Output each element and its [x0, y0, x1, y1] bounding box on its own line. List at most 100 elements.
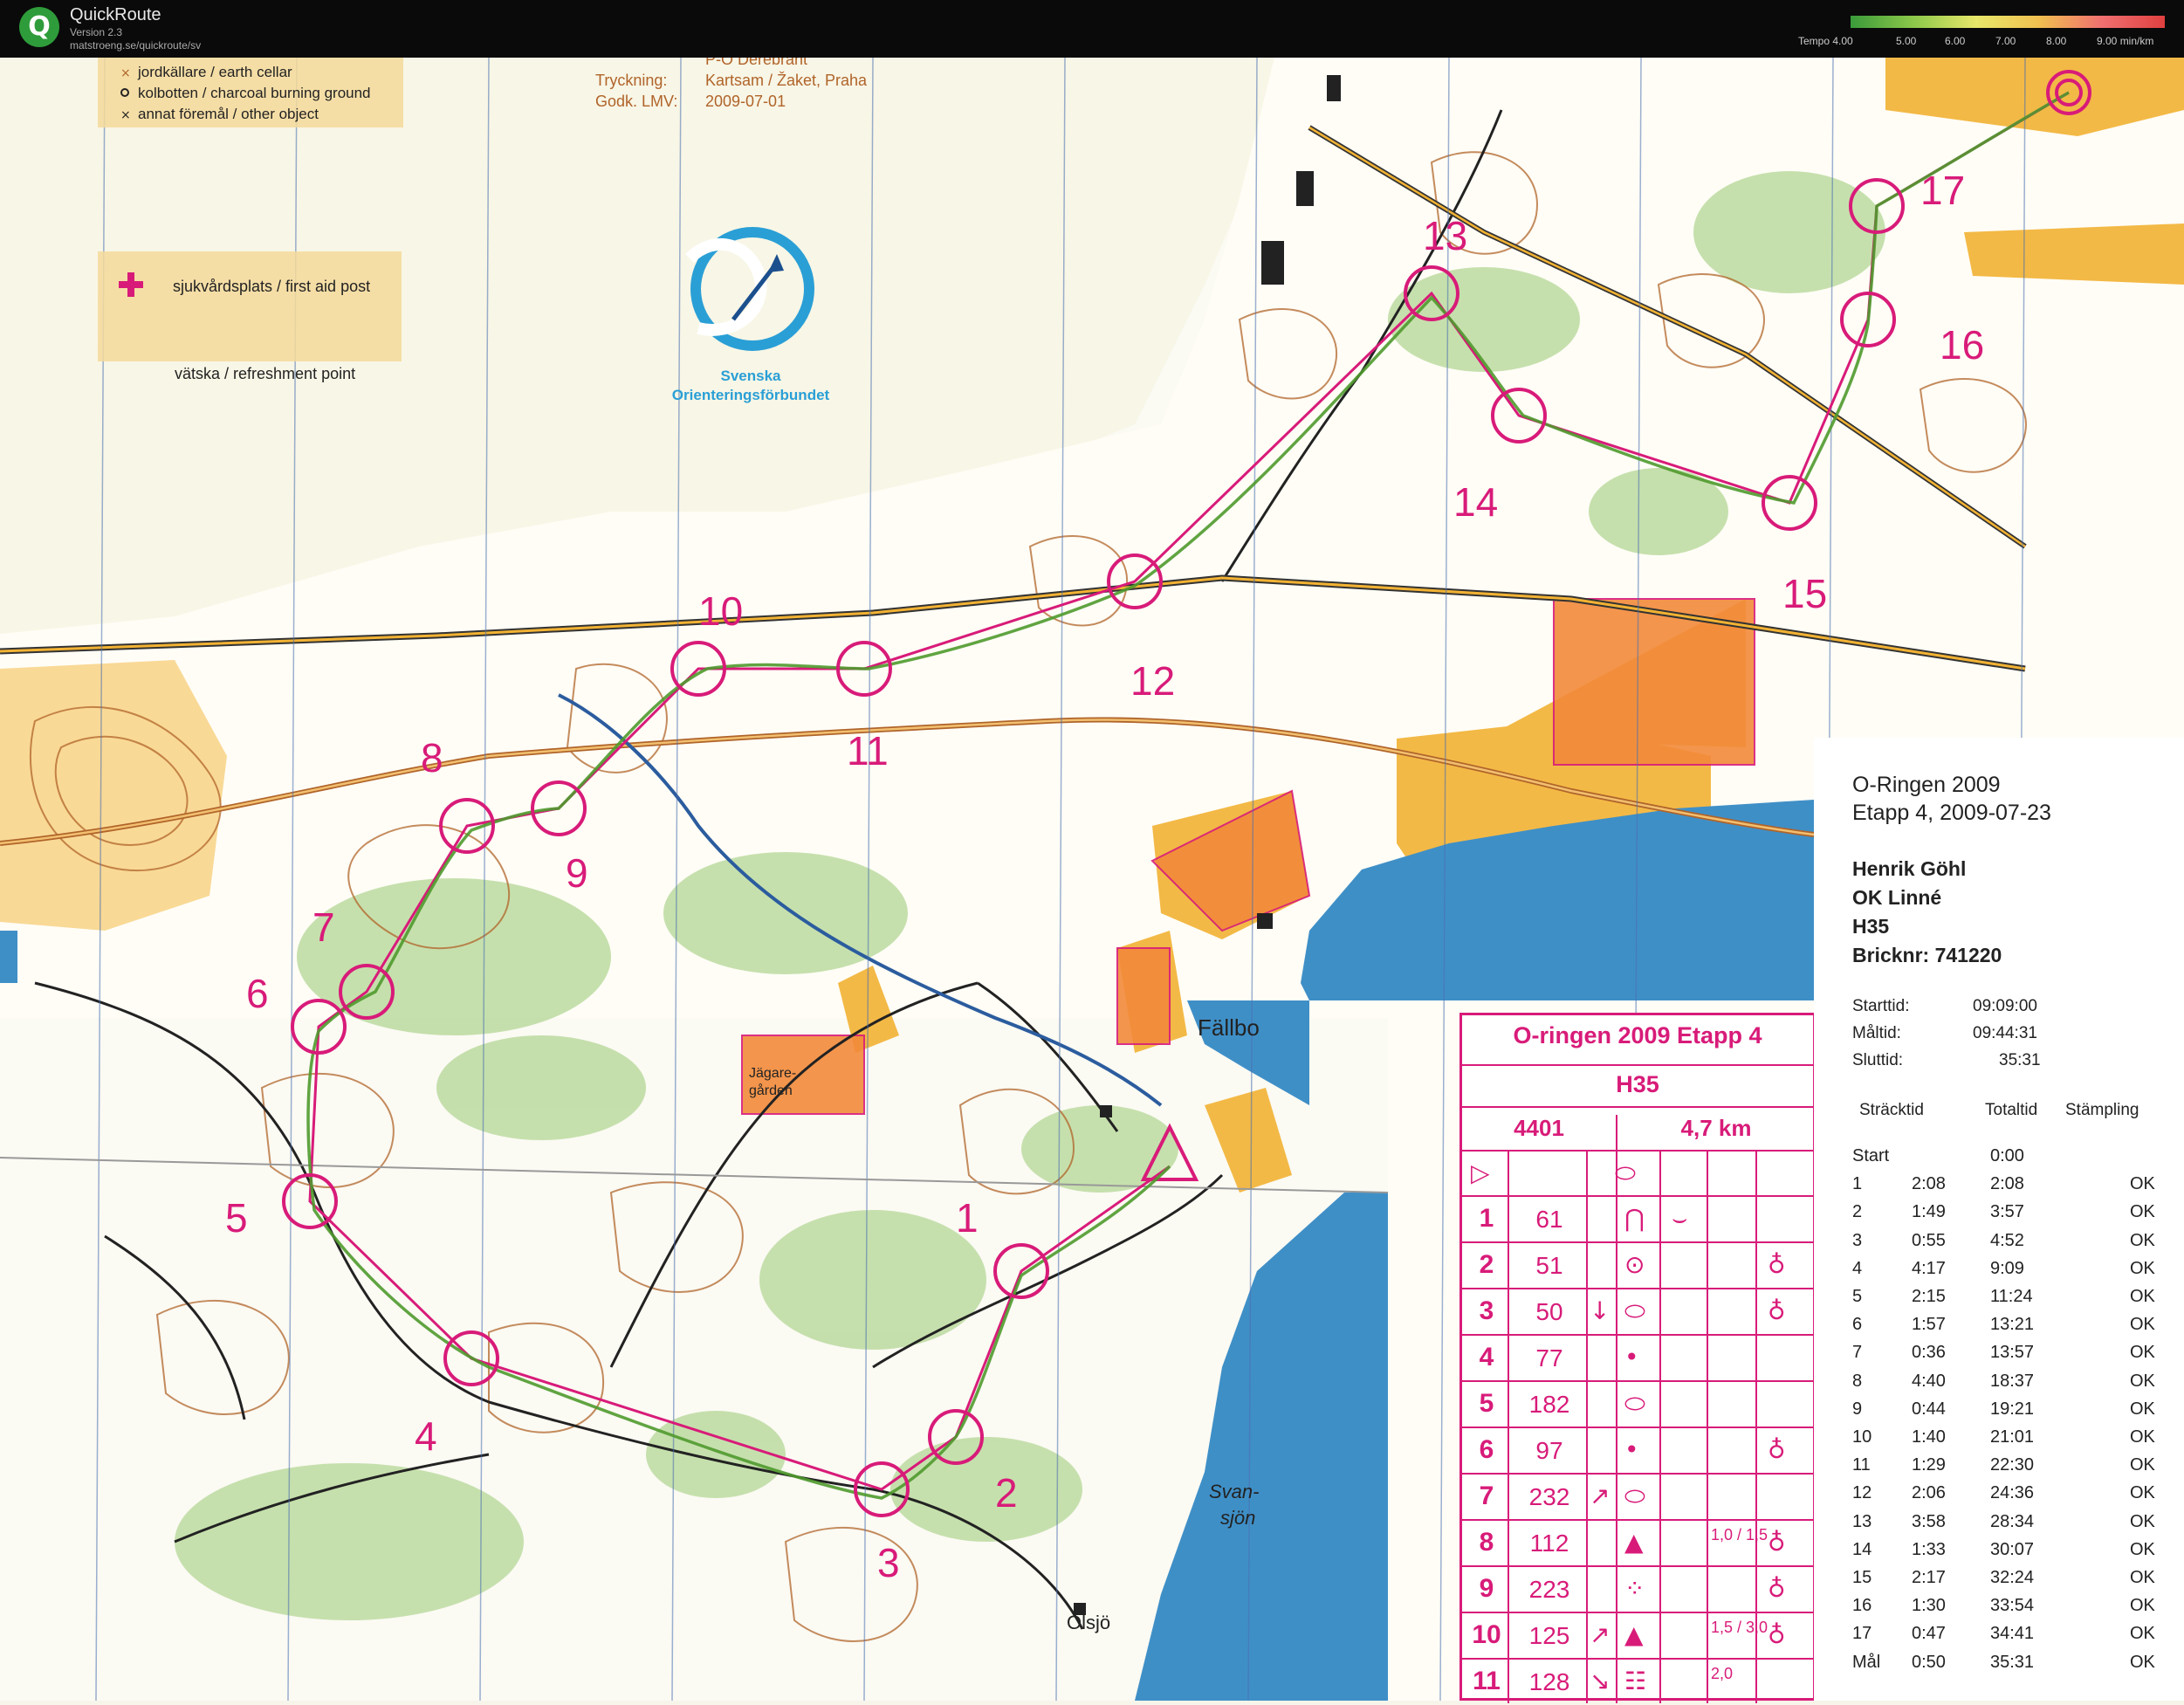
- total-time: 13:21: [1990, 1315, 2035, 1335]
- control-code: 182: [1528, 1391, 1570, 1418]
- split-time: 1:49: [1912, 1202, 1946, 1222]
- card-grid-line: [1659, 1150, 1661, 1703]
- map-author: P-O Derebrant: [705, 58, 807, 68]
- split-row: 4 4:17 9:09 OK: [1852, 1259, 2158, 1285]
- total-time: 0:00: [1990, 1146, 2024, 1165]
- punch-status: OK: [2130, 1539, 2155, 1559]
- control-seq-number: 2: [1479, 1250, 1494, 1279]
- total-time: 18:37: [1990, 1371, 2035, 1391]
- location-icon: ♁: [1768, 1620, 1786, 1649]
- control-description-row: 11 128 ↘ ☷ 2,0: [1462, 1658, 1813, 1705]
- control-number: 8: [421, 735, 443, 780]
- control-number: 9: [566, 850, 588, 896]
- split-row: Start 0:00: [1852, 1146, 2158, 1172]
- split-control: 16: [1852, 1596, 1872, 1616]
- runner-club: OK Linné: [1852, 886, 1942, 909]
- split-time: 1:40: [1912, 1427, 1946, 1447]
- split-row: 10 1:40 21:01 OK: [1852, 1427, 2158, 1454]
- other-object-icon: ×: [120, 108, 131, 122]
- control-code: 223: [1528, 1576, 1570, 1603]
- start-feature-icon: ⬭: [1615, 1158, 1636, 1187]
- location-icon: ♁: [1768, 1250, 1786, 1279]
- printing-label: Tryckning:: [595, 72, 667, 89]
- total-time: 4:52: [1990, 1230, 2024, 1250]
- total-time: 3:57: [1990, 1202, 2024, 1222]
- punch-status: OK: [2130, 1427, 2155, 1447]
- direction-icon: ↘: [1590, 1667, 1611, 1695]
- feature-icon: ☷: [1624, 1667, 1647, 1695]
- location-icon: ♁: [1768, 1528, 1786, 1557]
- control-code: 128: [1528, 1668, 1570, 1695]
- split-control: Mål: [1852, 1652, 1881, 1672]
- control-seq-number: 11: [1473, 1667, 1501, 1695]
- card-course-row: 4401 4,7 km: [1462, 1106, 1813, 1152]
- feature-icon: ⊙: [1624, 1250, 1645, 1279]
- tempo-tick: 5.00: [1896, 35, 1917, 47]
- control-description-row: 5 182 ⬭: [1462, 1380, 1813, 1427]
- split-row: 11 1:29 22:30 OK: [1852, 1455, 2158, 1482]
- split-row: 2 1:49 3:57 OK: [1852, 1202, 2158, 1228]
- control-number: 16: [1940, 322, 1984, 368]
- federation-name: Orienteringsförbundet: [672, 387, 830, 403]
- feature-icon: ⬭: [1624, 1389, 1645, 1418]
- control-number: 2: [995, 1470, 1018, 1516]
- place-olsjo: Olsjö: [1067, 1612, 1110, 1633]
- control-number: 4: [415, 1413, 437, 1459]
- approval-label: Godk. LMV:: [595, 93, 677, 110]
- control-number: 12: [1130, 658, 1175, 704]
- control-seq-number: 1: [1479, 1204, 1494, 1233]
- split-time: 4:40: [1912, 1371, 1946, 1391]
- split-control: 13: [1852, 1511, 1872, 1531]
- finish-time-value: 09:44:31: [1973, 1024, 2037, 1042]
- split-row: 16 1:30 33:54 OK: [1852, 1596, 2158, 1622]
- direction-icon: ↓: [1590, 1296, 1611, 1325]
- col-split-header: Sträcktid: [1859, 1101, 1924, 1119]
- control-number: 5: [225, 1195, 248, 1241]
- control-number: 7: [312, 904, 335, 950]
- feature-icon: ⬭: [1624, 1296, 1645, 1325]
- punch-status: OK: [2130, 1287, 2155, 1306]
- split-row: 1 2:08 2:08 OK: [1852, 1174, 2158, 1200]
- total-time: 21:01: [1990, 1427, 2035, 1447]
- punch-status: OK: [2130, 1652, 2155, 1672]
- split-row: Mål 0:50 35:31 OK: [1852, 1653, 2158, 1679]
- punch-status: OK: [2130, 1315, 2155, 1335]
- split-control: 17: [1852, 1624, 1872, 1644]
- punch-status: OK: [2130, 1483, 2155, 1503]
- card-grid-line: [1616, 1150, 1617, 1703]
- brick-number: Bricknr: 741220: [1852, 944, 2002, 966]
- control-number: 14: [1453, 479, 1498, 525]
- earth-cellar-icon: ×: [120, 66, 131, 80]
- control-code: 232: [1528, 1483, 1570, 1510]
- tempo-label: Tempo 4.00: [1798, 35, 1853, 47]
- course-length: 4,7 km: [1616, 1115, 1815, 1152]
- control-number: 13: [1423, 213, 1467, 258]
- control-description-row: 2 51 ⊙ ♁: [1462, 1241, 1813, 1289]
- tempo-tick: 9.00 min/km: [2097, 35, 2154, 47]
- place-svansjon: Svan-: [1209, 1481, 1259, 1502]
- detail-icon: ⌣: [1672, 1204, 1688, 1233]
- direction-icon: ↗: [1590, 1482, 1611, 1510]
- split-row: 15 2:17 32:24 OK: [1852, 1568, 2158, 1594]
- app-url[interactable]: matstroeng.se/quickroute/sv: [70, 39, 201, 52]
- control-seq-number: 6: [1479, 1435, 1494, 1464]
- feature-dimension: 2,0: [1711, 1665, 1734, 1682]
- split-time: 0:50: [1912, 1652, 1946, 1672]
- place-fallbo: Fällbo: [1198, 1014, 1260, 1041]
- finish-time-label: Måltid:: [1852, 1024, 1901, 1042]
- printing-value: Kartsam / Žaket, Praha: [705, 72, 868, 89]
- split-control: 9: [1852, 1399, 1863, 1419]
- split-control: 5: [1852, 1287, 1863, 1306]
- split-control: 6: [1852, 1315, 1863, 1335]
- split-time: 1:29: [1912, 1455, 1946, 1475]
- total-time: 35:31: [1990, 1652, 2035, 1672]
- split-time: 3:58: [1912, 1511, 1946, 1531]
- total-time: 11:24: [1990, 1287, 2033, 1306]
- split-control: 4: [1852, 1258, 1863, 1278]
- control-description-row: 4 77 •: [1462, 1334, 1813, 1381]
- control-description-row: 1 61 ⋂ ⌣: [1462, 1195, 1813, 1242]
- total-time: 22:30: [1990, 1455, 2035, 1475]
- split-control: Start: [1852, 1146, 1890, 1165]
- split-row: 17 0:47 34:41 OK: [1852, 1624, 2158, 1650]
- approval-value: 2009-07-01: [705, 93, 786, 110]
